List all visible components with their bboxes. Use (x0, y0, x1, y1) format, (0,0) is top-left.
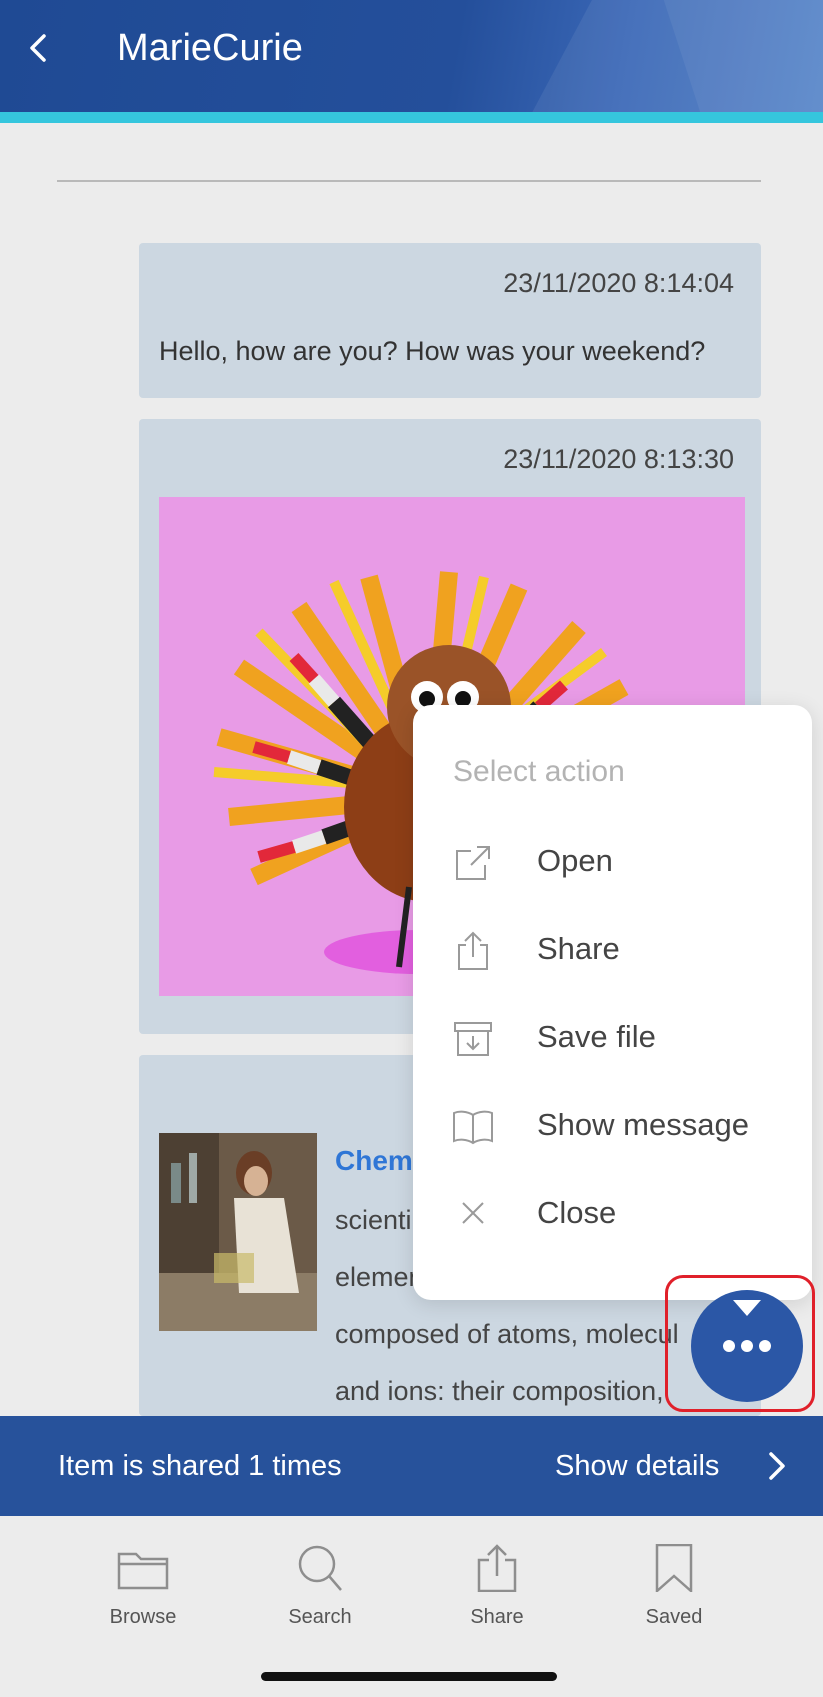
nav-label: Share (470, 1606, 524, 1628)
article-thumbnail[interactable] (159, 1133, 317, 1331)
share-icon (453, 931, 493, 971)
menu-item-save-file[interactable]: Save file (413, 1001, 812, 1081)
bottom-nav: Browse Search Share Saved (0, 1516, 823, 1697)
action-menu-title: Select action (453, 755, 625, 788)
save-file-icon (453, 1019, 493, 1059)
bookmark-icon (655, 1544, 693, 1592)
message-bubble[interactable]: 23/11/2020 8:14:04 Hello, how are you? H… (139, 243, 761, 398)
menu-pointer (733, 1300, 761, 1316)
message-timestamp: 23/11/2020 8:14:04 (503, 268, 734, 298)
nav-saved[interactable]: Saved (604, 1544, 744, 1644)
menu-item-label: Open (537, 843, 613, 878)
share-info-bar: Item is shared 1 times Show details (0, 1416, 823, 1516)
chevron-right-icon[interactable] (765, 1450, 789, 1482)
message-text: Hello, how are you? How was your weekend… (159, 336, 706, 366)
article-text-line: scienti (335, 1205, 412, 1235)
action-menu: Select action Open Share Save file Show … (413, 705, 812, 1300)
article-text-line: and ions: their composition, (335, 1376, 664, 1406)
nav-label: Saved (645, 1606, 703, 1628)
article-text-line: composed of atoms, molecul (335, 1319, 679, 1349)
menu-item-label: Share (537, 931, 620, 966)
nav-search[interactable]: Search (250, 1544, 390, 1644)
menu-item-share[interactable]: Share (413, 913, 812, 993)
folder-icon (117, 1552, 169, 1590)
page-title: MarieCurie (117, 27, 303, 69)
article-link-title[interactable]: Chem (335, 1145, 413, 1177)
nav-browse[interactable]: Browse (73, 1544, 213, 1644)
divider (57, 180, 761, 182)
nav-label: Browse (109, 1606, 177, 1628)
header-accent-bar (0, 112, 823, 123)
share-count-text: Item is shared 1 times (58, 1450, 342, 1482)
menu-item-close[interactable]: Close (413, 1177, 812, 1257)
menu-item-label: Close (537, 1195, 617, 1230)
back-chevron-icon[interactable] (20, 28, 60, 68)
menu-item-label: Save file (537, 1019, 656, 1054)
app-header: MarieCurie (0, 0, 823, 123)
nav-label: Search (288, 1606, 352, 1628)
nav-share[interactable]: Share (427, 1544, 567, 1644)
message-timestamp: 23/11/2020 8:13:30 (503, 444, 734, 474)
menu-item-open[interactable]: Open (413, 825, 812, 905)
share-icon (477, 1544, 517, 1592)
show-details-link[interactable]: Show details (555, 1450, 719, 1483)
article-text-line: elemen (335, 1262, 424, 1292)
close-icon (453, 1195, 493, 1235)
search-icon (298, 1545, 342, 1591)
open-external-icon (453, 843, 493, 883)
book-icon (453, 1107, 493, 1147)
menu-item-show-message[interactable]: Show message (413, 1089, 812, 1169)
home-indicator (261, 1672, 557, 1681)
menu-item-label: Show message (537, 1107, 749, 1142)
